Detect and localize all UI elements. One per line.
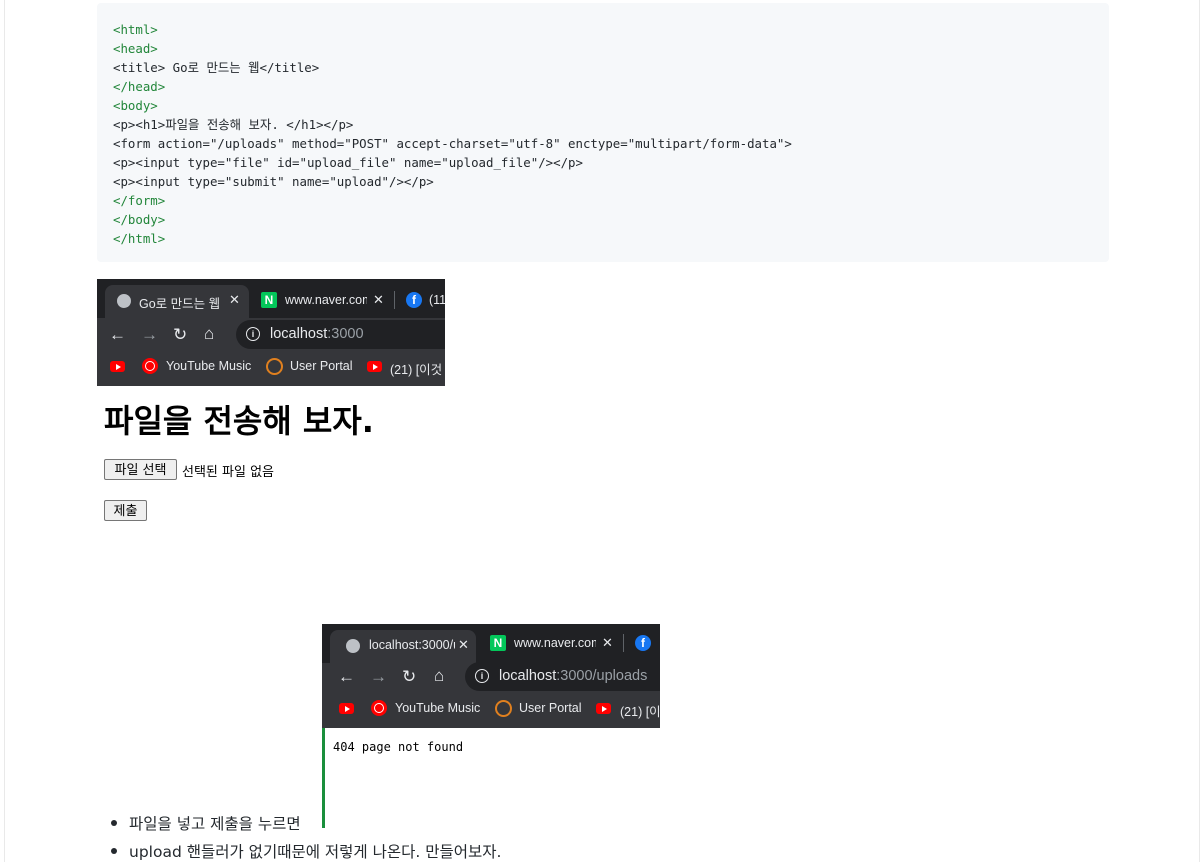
file-choose-button[interactable]: 파일 선택 <box>104 459 177 480</box>
user-portal-icon <box>495 700 512 717</box>
tab-title[interactable]: www.naver.com <box>285 293 367 307</box>
bullet-dot <box>111 848 117 854</box>
code-line: </head> <box>113 79 166 94</box>
code-line: </html> <box>113 231 166 246</box>
code-line: </form> <box>113 193 166 208</box>
close-icon[interactable]: ✕ <box>602 635 613 651</box>
code-line: <body> <box>113 98 158 113</box>
code-line: <form action="/uploads" method="POST" ac… <box>113 136 792 151</box>
close-icon[interactable]: ✕ <box>458 637 469 653</box>
reload-icon[interactable]: ↻ <box>173 325 187 345</box>
code-line: <p><input type="file" id="upload_file" n… <box>113 155 583 170</box>
facebook-icon: f <box>635 635 651 651</box>
youtube-music-icon <box>371 700 387 716</box>
code-block: <html> <head> <title> Go로 만드는 웹</title> … <box>97 3 1109 262</box>
tab-strip: Go로 만드는 웹 ✕ N www.naver.com ✕ f (11 <box>97 279 445 318</box>
code-text: <html> <head> <title> Go로 만드는 웹</title> … <box>113 20 792 248</box>
forward-icon[interactable]: → <box>370 667 387 687</box>
home-icon[interactable]: ⌂ <box>434 666 444 686</box>
forward-icon[interactable]: → <box>141 325 158 345</box>
info-icon: i <box>475 669 489 683</box>
close-icon[interactable]: ✕ <box>373 292 384 308</box>
tab-active[interactable]: Go로 만드는 웹 ✕ <box>105 285 249 318</box>
address-bar[interactable]: i localhost:3000/uploads <box>465 662 660 691</box>
back-icon[interactable]: ← <box>338 667 355 687</box>
url-text: localhost:3000/uploads <box>499 668 648 684</box>
naver-icon: N <box>490 635 506 651</box>
reload-icon[interactable]: ↻ <box>402 667 416 687</box>
page-border-left <box>4 0 5 862</box>
browser-screenshot-form: Go로 만드는 웹 ✕ N www.naver.com ✕ f (11 ← → … <box>97 279 445 386</box>
tab-title: Go로 만드는 웹 <box>139 297 221 311</box>
url-text: localhost:3000 <box>270 326 364 342</box>
home-icon[interactable]: ⌂ <box>204 324 214 344</box>
bookmark-user-portal[interactable]: User Portal <box>519 701 582 715</box>
info-icon: i <box>246 327 260 341</box>
tab-separator <box>623 634 624 652</box>
code-line: <html> <box>113 22 158 37</box>
tab-title[interactable]: (11 <box>429 293 445 307</box>
tab-separator <box>394 291 395 309</box>
accent-bar <box>322 728 325 828</box>
address-bar[interactable]: i localhost:3000 <box>236 320 445 349</box>
code-line: <title> Go로 만드는 웹</title> <box>113 60 320 75</box>
code-line: <p><input type="submit" name="upload"/><… <box>113 174 434 189</box>
code-line: </body> <box>113 212 166 227</box>
tab-strip: localhost:3000/uploads ✕ N www.naver.com… <box>322 624 660 663</box>
youtube-icon <box>596 703 611 714</box>
bookmark-user-portal[interactable]: User Portal <box>290 359 353 373</box>
youtube-music-icon <box>142 358 158 374</box>
user-portal-icon <box>266 358 283 375</box>
code-line: <p><h1>파일을 전송해 보자. </h1></p> <box>113 117 354 132</box>
close-icon[interactable]: ✕ <box>229 292 240 308</box>
file-status-text: 선택된 파일 없음 <box>182 465 274 480</box>
tab-active[interactable]: localhost:3000/uploads ✕ <box>330 630 476 663</box>
page-border-right <box>1199 0 1200 862</box>
facebook-icon: f <box>406 292 422 308</box>
globe-icon <box>346 639 360 653</box>
youtube-icon <box>110 361 125 372</box>
youtube-icon <box>339 703 354 714</box>
naver-icon: N <box>261 292 277 308</box>
code-line: <head> <box>113 41 158 56</box>
back-icon[interactable]: ← <box>109 325 126 345</box>
browser-screenshot-404: localhost:3000/uploads ✕ N www.naver.com… <box>322 624 660 728</box>
page-heading: 파일을 전송해 보자. <box>104 402 374 440</box>
page-404-body: 404 page not found <box>322 728 660 768</box>
bullet-dot <box>111 820 117 826</box>
bookmark-youtube-video[interactable]: (21) [이것 <box>390 359 442 378</box>
bookmark-youtube-video[interactable]: (21) [이 <box>620 701 660 720</box>
list-item-text: 파일을 넣고 제출을 누르면 <box>129 815 301 833</box>
tab-title[interactable]: www.naver.com <box>514 636 596 650</box>
youtube-icon <box>367 361 382 372</box>
globe-icon <box>117 294 131 308</box>
not-found-text: 404 page not found <box>333 740 464 754</box>
bookmark-youtube-music[interactable]: YouTube Music <box>166 359 251 373</box>
list-item-text: upload 핸들러가 없기때문에 저렇게 나온다. 만들어보자. <box>129 843 502 861</box>
submit-button[interactable]: 제출 <box>104 500 147 521</box>
tab-title: localhost:3000/uploads <box>369 638 455 652</box>
bookmark-youtube-music[interactable]: YouTube Music <box>395 701 480 715</box>
